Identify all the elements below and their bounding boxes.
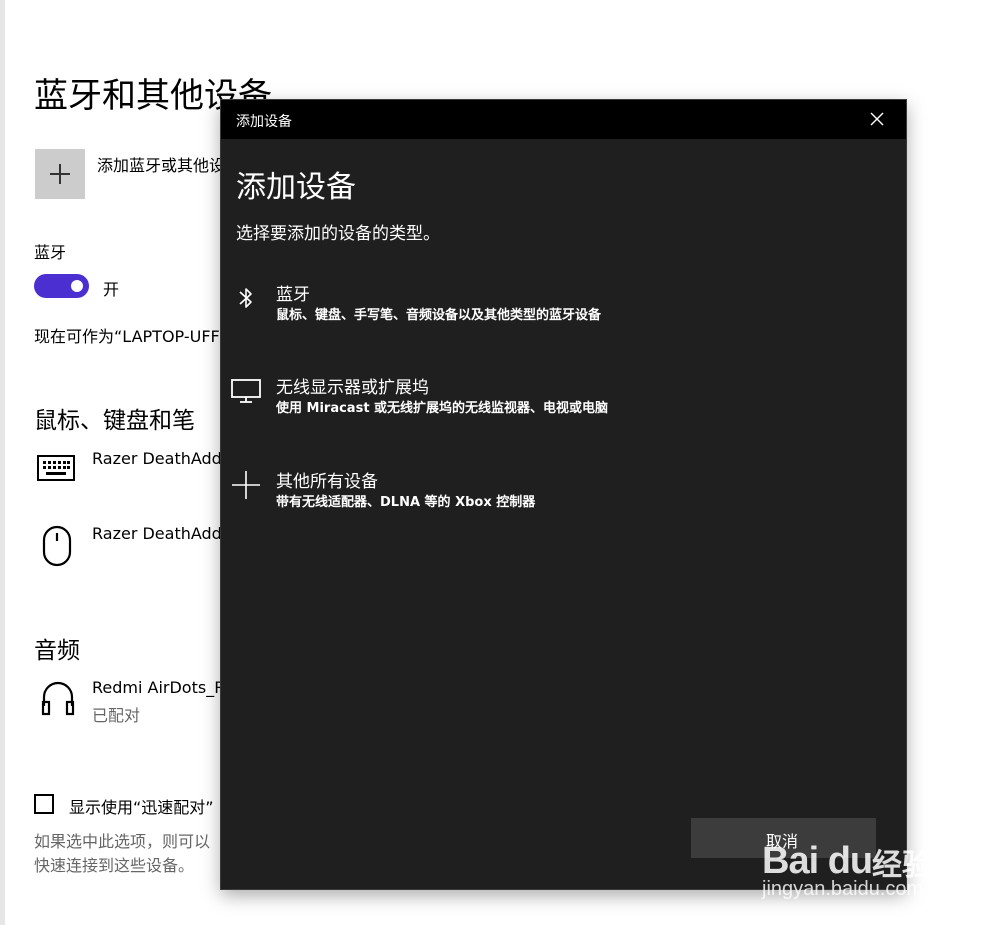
swift-pair-checkbox[interactable] bbox=[34, 794, 54, 814]
plus-icon bbox=[231, 470, 261, 500]
baidu-watermark: Bai du 经验 jingyan.baidu.com bbox=[760, 818, 950, 908]
headphones-icon bbox=[41, 680, 75, 720]
option-wireless-display-title: 无线显示器或扩展坞 bbox=[276, 378, 429, 398]
toggle-knob bbox=[71, 280, 83, 292]
dialog-title: 添加设备 bbox=[236, 170, 356, 205]
option-wireless-display-desc: 使用 Miracast 或无线扩展坞的无线监视器、电视或电脑 bbox=[276, 401, 609, 416]
option-bluetooth-desc: 鼠标、键盘、手写笔、音频设备以及其他类型的蓝牙设备 bbox=[276, 308, 602, 323]
add-device-label[interactable]: 添加蓝牙或其他设备 bbox=[97, 152, 241, 176]
option-bluetooth-title: 蓝牙 bbox=[276, 285, 310, 305]
dialog-titlebar[interactable]: 添加设备 bbox=[221, 100, 906, 139]
watermark-brand: Bai du bbox=[762, 840, 873, 882]
close-icon bbox=[870, 112, 884, 126]
swift-pair-description-line1: 如果选中此选项，则可以 bbox=[34, 832, 211, 851]
device-status: 已配对 bbox=[92, 706, 141, 725]
add-device-dialog: 添加设备 添加设备 选择要添加的设备的类型。 蓝牙 鼠标、键盘、手写笔、音频设备… bbox=[221, 100, 906, 889]
audio-section-title: 音频 bbox=[34, 638, 80, 664]
close-button[interactable] bbox=[848, 100, 906, 139]
device-item-headphones[interactable]: Redmi AirDots_R bbox=[92, 678, 225, 697]
bluetooth-toggle-label: 开 bbox=[103, 280, 120, 299]
option-other-devices-desc: 带有无线适配器、DLNA 等的 Xbox 控制器 bbox=[276, 495, 536, 510]
keyboard-icon bbox=[37, 455, 75, 485]
bluetooth-heading: 蓝牙 bbox=[34, 243, 67, 262]
monitor-icon bbox=[231, 376, 261, 406]
add-device-button[interactable] bbox=[35, 149, 85, 199]
mouse-keyboard-section-title: 鼠标、键盘和笔 bbox=[34, 408, 195, 434]
swift-pair-description-line2: 快速连接到这些设备。 bbox=[34, 856, 195, 875]
discoverable-text: 现在可作为“LAPTOP-UFF bbox=[34, 327, 220, 346]
dialog-window-title: 添加设备 bbox=[236, 114, 292, 130]
device-item-keyboard[interactable]: Razer DeathAdder bbox=[92, 449, 238, 468]
dialog-subtitle: 选择要添加的设备的类型。 bbox=[236, 224, 440, 244]
option-bluetooth[interactable]: 蓝牙 鼠标、键盘、手写笔、音频设备以及其他类型的蓝牙设备 bbox=[221, 275, 906, 345]
swift-pair-label[interactable]: 显示使用“迅速配对” bbox=[69, 794, 214, 818]
bluetooth-toggle[interactable] bbox=[34, 274, 89, 298]
option-wireless-display[interactable]: 无线显示器或扩展坞 使用 Miracast 或无线扩展坞的无线监视器、电视或电脑 bbox=[221, 368, 906, 438]
mouse-icon bbox=[42, 525, 72, 571]
bluetooth-icon bbox=[231, 283, 261, 313]
plus-icon-vertical bbox=[59, 164, 61, 184]
option-other-devices-title: 其他所有设备 bbox=[276, 472, 378, 492]
watermark-url: jingyan.baidu.com bbox=[762, 878, 924, 900]
device-item-mouse[interactable]: Razer DeathAdder bbox=[92, 524, 238, 543]
option-other-devices[interactable]: 其他所有设备 带有无线适配器、DLNA 等的 Xbox 控制器 bbox=[221, 462, 906, 532]
